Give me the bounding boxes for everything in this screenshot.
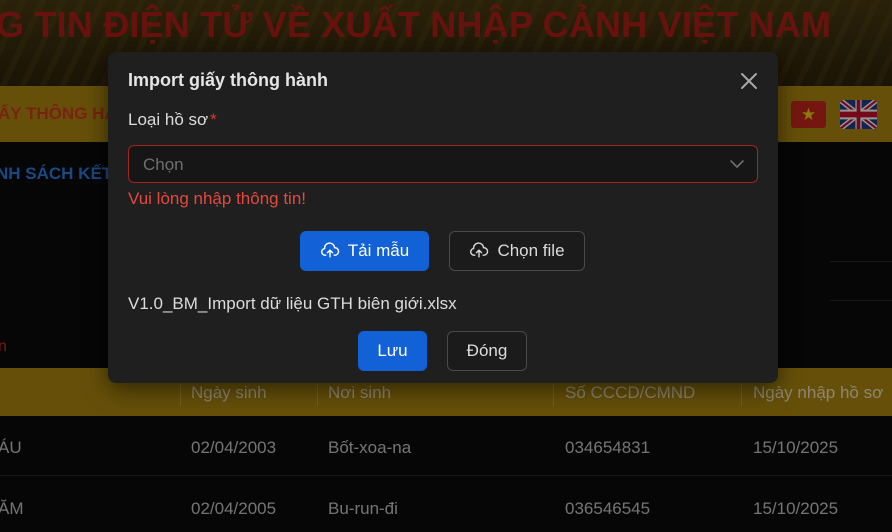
import-modal: Import giấy thông hành Loại hồ sơ * Chọn …	[108, 52, 778, 383]
cloud-upload-icon	[320, 242, 340, 258]
download-template-label: Tải mẫu	[347, 241, 410, 260]
close-button[interactable]: Đóng	[447, 331, 527, 371]
record-type-select[interactable]: Chọn	[128, 145, 758, 183]
choose-file-button[interactable]: Chọn file	[449, 231, 585, 271]
modal-title: Import giấy thông hành	[128, 70, 328, 90]
save-button[interactable]: Lưu	[358, 331, 427, 371]
record-type-label: Loại hồ sơ *	[128, 110, 217, 130]
choose-file-label: Chọn file	[497, 241, 565, 260]
template-file-name[interactable]: V1.0_BM_Import dữ liệu GTH biên giới.xls…	[128, 294, 457, 314]
select-placeholder: Chọn	[143, 155, 184, 174]
chevron-down-icon	[730, 160, 744, 168]
required-mark: *	[210, 110, 217, 129]
record-type-label-text: Loại hồ sơ	[128, 110, 209, 129]
download-template-button[interactable]: Tải mẫu	[300, 231, 429, 271]
validation-error: Vui lòng nhập thông tin!	[128, 189, 307, 208]
close-icon[interactable]	[736, 68, 762, 94]
cloud-upload-icon	[470, 242, 489, 258]
